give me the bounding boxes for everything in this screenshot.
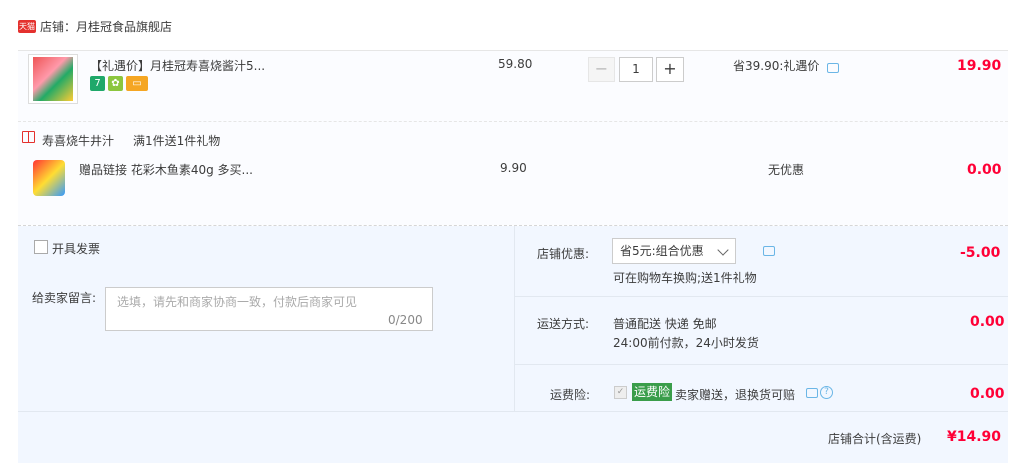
shop-discount-amount: -5.00 xyxy=(960,245,1001,261)
insurance-label: 运费险: xyxy=(550,388,591,402)
chat-icon[interactable] xyxy=(827,63,839,73)
row-divider xyxy=(18,411,1008,412)
product-title-link[interactable]: 赠品链接 花彩木鱼素40g 多买... xyxy=(79,161,253,178)
credit-card-icon[interactable]: ▭ xyxy=(126,76,148,91)
shop-discount-label: 店铺优惠: xyxy=(537,247,590,261)
service-tags: 7 ✿ ▭ xyxy=(90,76,151,92)
shop-discount-value: 省5元:组合优惠 xyxy=(620,244,704,258)
chat-icon[interactable] xyxy=(763,246,775,256)
shop-discount-select[interactable]: 省5元:组合优惠 xyxy=(612,238,736,264)
gift-promo-name: 寿喜烧牛井汁 xyxy=(42,134,115,148)
shipping-note: 24:00前付款，24小时发货 xyxy=(613,336,759,350)
shipping-amount: 0.00 xyxy=(970,314,1005,330)
memo-label: 给卖家留言: xyxy=(32,291,97,305)
shipping-method: 普通配送 快递 免邮 xyxy=(613,317,717,331)
product-thumbnail[interactable] xyxy=(33,160,65,196)
quantity-increase-button[interactable]: + xyxy=(656,57,684,82)
gift-promo-rule: 满1件送1件礼物 xyxy=(133,134,221,148)
shop-total-value: ¥14.90 xyxy=(947,429,1002,445)
product-title-link[interactable]: 【礼遇价】月桂冠寿喜烧酱汁5... xyxy=(90,57,265,74)
unit-price: 9.90 xyxy=(500,161,527,175)
item-subtotal: 0.00 xyxy=(967,162,1002,178)
invoice-checkbox[interactable] xyxy=(34,240,48,254)
item-subtotal: 19.90 xyxy=(957,58,1002,74)
gift-icon[interactable]: ✿ xyxy=(108,76,123,91)
quantity-input[interactable]: 1 xyxy=(619,57,653,82)
shipping-label: 运送方式: xyxy=(537,317,590,331)
seven-day-return-icon[interactable]: 7 xyxy=(90,76,105,91)
memo-char-count: 0/200 xyxy=(388,313,423,327)
insurance-amount: 0.00 xyxy=(970,386,1005,402)
shop-discount-note: 可在购物车换购;送1件礼物 xyxy=(613,271,757,285)
shop-name-link[interactable]: 店铺：月桂冠食品旗舰店 xyxy=(40,18,172,35)
insurance-text: 卖家赠送，退换货可赔 xyxy=(675,388,796,402)
quantity-decrease-button[interactable]: − xyxy=(588,57,615,82)
help-icon[interactable]: ? xyxy=(820,386,833,399)
discount-text: 无优惠 xyxy=(768,163,805,177)
order-summary-panel xyxy=(18,226,1008,463)
row-divider xyxy=(514,296,1008,297)
product-thumbnail[interactable] xyxy=(28,54,78,104)
unit-price: 59.80 xyxy=(498,57,533,71)
chevron-down-icon xyxy=(717,244,729,256)
chat-icon[interactable] xyxy=(806,388,818,398)
memo-placeholder: 选填，请先和商家协商一致，付款后商家可见 xyxy=(117,295,358,309)
row-divider xyxy=(514,364,1008,365)
gift-box-icon xyxy=(22,131,35,143)
discount-text: 省39.90:礼遇价 xyxy=(733,59,820,73)
column-divider xyxy=(514,226,515,411)
tmall-badge-icon: 天猫 xyxy=(18,20,36,33)
invoice-label[interactable]: 开具发票 xyxy=(52,240,100,257)
shop-total-label: 店铺合计(含运费) xyxy=(828,432,922,446)
insurance-badge: 运费险 xyxy=(632,383,673,401)
insurance-checkbox: ✓ xyxy=(614,386,627,399)
